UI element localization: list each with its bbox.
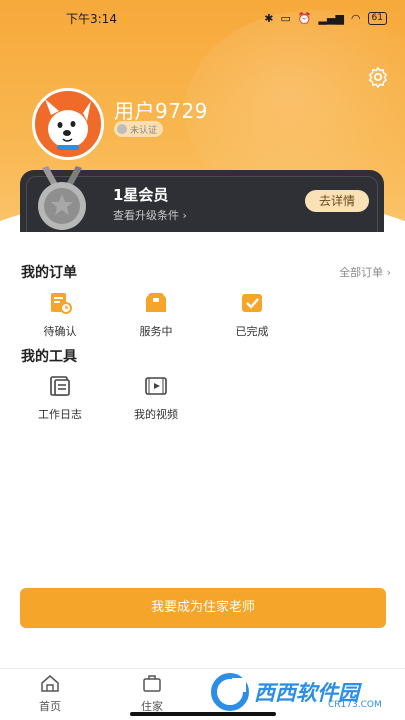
verify-status-label: 未认证 bbox=[130, 125, 158, 136]
tab-home[interactable]: 首页 bbox=[20, 674, 80, 714]
status-bar: 下午3:14 ✱ ▭ ⏰ ▂▄▆ ◠ 61 bbox=[0, 0, 405, 36]
username: 用户9729 bbox=[114, 99, 208, 123]
avatar[interactable] bbox=[32, 88, 104, 160]
watermark-logo-icon bbox=[211, 673, 249, 711]
orders-section-title: 我的订单 bbox=[21, 265, 77, 281]
order-completed[interactable]: 已完成 bbox=[212, 292, 292, 339]
upgrade-conditions-link[interactable]: 查看升级条件 › bbox=[113, 207, 187, 223]
order-pending[interactable]: 待确认 bbox=[20, 292, 100, 339]
shield-icon bbox=[117, 124, 127, 134]
verify-status-badge[interactable]: 未认证 bbox=[114, 121, 164, 137]
hd-signal-icon: ▂▄▆ bbox=[318, 11, 344, 25]
order-in-service[interactable]: 服务中 bbox=[116, 292, 196, 339]
order-pending-label: 待确认 bbox=[43, 325, 77, 338]
video-icon bbox=[145, 377, 167, 395]
tool-work-log[interactable]: 工作日志 bbox=[20, 375, 100, 422]
tool-work-log-label: 工作日志 bbox=[38, 408, 82, 421]
medal-icon bbox=[38, 166, 86, 230]
status-time: 下午3:14 bbox=[66, 11, 117, 26]
alarm-icon: ⏰ bbox=[297, 11, 312, 25]
tab-home-label: 首页 bbox=[39, 700, 61, 713]
vibrate-icon: ▭ bbox=[280, 11, 291, 25]
member-detail-button[interactable]: 去详情 bbox=[305, 190, 369, 212]
home-indicator bbox=[130, 712, 276, 716]
site-watermark: 西西软件园 CR173.COM bbox=[210, 670, 390, 714]
watermark-domain: CR173.COM bbox=[328, 700, 382, 710]
member-level-title: 1星会员 bbox=[113, 186, 169, 204]
bluetooth-icon: ✱ bbox=[264, 11, 274, 25]
order-in-service-label: 服务中 bbox=[139, 325, 173, 338]
tool-my-videos-label: 我的视频 bbox=[134, 408, 178, 421]
order-completed-label: 已完成 bbox=[235, 325, 269, 338]
gear-icon[interactable] bbox=[367, 66, 389, 88]
tool-my-videos[interactable]: 我的视频 bbox=[116, 375, 196, 422]
home-icon bbox=[41, 675, 59, 692]
wifi-icon: ◠ bbox=[350, 11, 361, 25]
in-service-icon bbox=[146, 293, 166, 312]
completed-icon bbox=[242, 294, 262, 312]
pending-icon bbox=[51, 293, 72, 314]
work-log-icon bbox=[50, 376, 70, 396]
all-orders-link[interactable]: 全部订单 › bbox=[339, 264, 391, 280]
dog-avatar-icon bbox=[45, 99, 91, 150]
tab-zhujia[interactable]: 住家 bbox=[122, 674, 182, 714]
tools-section-title: 我的工具 bbox=[21, 349, 77, 365]
bag-icon bbox=[143, 675, 161, 692]
battery-icon: 61 bbox=[367, 11, 387, 25]
become-teacher-button[interactable]: 我要成为住家老师 bbox=[20, 588, 386, 628]
